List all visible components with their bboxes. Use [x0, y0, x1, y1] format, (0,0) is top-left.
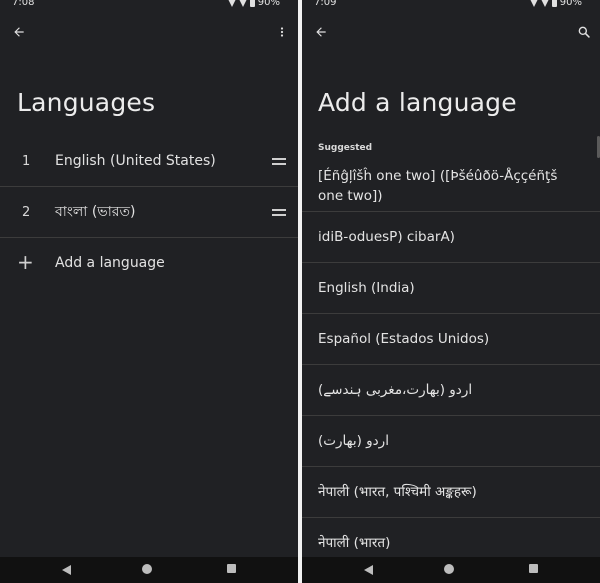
language-option[interactable]: idiB-oduesP) cibarA): [302, 212, 600, 263]
app-bar: [0, 16, 298, 48]
wifi-icon: [529, 0, 538, 7]
language-option-label: اردو (بھارت): [318, 433, 389, 449]
page-title: Languages: [17, 88, 156, 117]
language-list: 1 English (United States) 2 বাংলা (ভারত)…: [0, 136, 298, 288]
page-title: Add a language: [318, 88, 517, 117]
back-button[interactable]: [305, 16, 337, 48]
status-bar: 7:08 90%: [0, 0, 298, 12]
language-option[interactable]: Español (Estados Unidos): [302, 314, 600, 365]
suggested-language-list: [Éñĝļîšĥ one two] ([Þšéûðö-Åççéñţš one t…: [302, 162, 600, 568]
back-button[interactable]: [3, 16, 35, 48]
language-option-label: اردو (بھارت،مغربی ہندسے): [318, 382, 473, 398]
language-order: 1: [22, 153, 31, 169]
system-nav-bar: [0, 557, 298, 583]
languages-screen: 7:08 90% Languages 1 English (United Sta…: [0, 0, 298, 583]
status-icons: 90%: [529, 0, 582, 8]
nav-back-icon[interactable]: [62, 565, 71, 575]
nav-recents-icon[interactable]: [227, 564, 236, 573]
battery-percent: 90%: [559, 0, 582, 8]
language-order: 2: [22, 204, 31, 220]
language-row[interactable]: 2 বাংলা (ভারত): [0, 187, 298, 238]
status-icons: 90%: [227, 0, 280, 8]
nav-home-icon[interactable]: [444, 564, 454, 574]
arrow-back-icon: [14, 27, 24, 37]
language-option[interactable]: اردو (بھارت): [302, 416, 600, 467]
search-icon: [578, 26, 590, 38]
language-option[interactable]: English (India): [302, 263, 600, 314]
status-time: 7:08: [12, 0, 35, 8]
add-language-button[interactable]: + Add a language: [0, 238, 298, 288]
arrow-back-icon: [316, 27, 326, 37]
app-bar: [302, 16, 600, 48]
add-language-screen: 7:09 90% Add a language Suggested [Éñĝļî…: [302, 0, 600, 583]
signal-icon: [540, 0, 549, 7]
plus-icon: +: [17, 250, 34, 274]
language-option-label: idiB-oduesP) cibarA): [318, 229, 455, 245]
language-option[interactable]: नेपाली (भारत, पश्चिमी अङ्कहरू): [302, 467, 600, 518]
language-option-label: नेपाली (भारत): [318, 535, 391, 551]
wifi-icon: [227, 0, 236, 7]
language-option[interactable]: اردو (بھارت،مغربی ہندسے): [302, 365, 600, 416]
language-option-label: नेपाली (भारत, पश्चिमी अङ्कहरू): [318, 484, 477, 500]
nav-back-icon[interactable]: [364, 565, 373, 575]
battery-icon: [249, 0, 255, 7]
status-time: 7:09: [314, 0, 337, 8]
language-label: বাংলা (ভারত): [55, 204, 136, 220]
language-option-label: English (India): [318, 280, 415, 296]
language-option[interactable]: [Éñĝļîšĥ one two] ([Þšéûðö-Åççéñţš one t…: [302, 162, 600, 212]
signal-icon: [238, 0, 247, 7]
language-option-label: [Éñĝļîšĥ one two] ([Þšéûðö-Åççéñţš one t…: [318, 168, 558, 204]
language-row[interactable]: 1 English (United States): [0, 136, 298, 187]
section-header-suggested: Suggested: [318, 143, 373, 153]
language-label: English (United States): [55, 153, 216, 169]
status-bar: 7:09 90%: [302, 0, 600, 12]
system-nav-bar: [302, 557, 600, 583]
drag-handle-icon[interactable]: [272, 155, 286, 168]
nav-home-icon[interactable]: [142, 564, 152, 574]
battery-percent: 90%: [257, 0, 280, 8]
more-vert-icon: [280, 27, 284, 37]
add-language-label: Add a language: [55, 255, 165, 271]
battery-icon: [551, 0, 557, 7]
nav-recents-icon[interactable]: [529, 564, 538, 573]
language-option-label: Español (Estados Unidos): [318, 331, 490, 347]
overflow-menu-button[interactable]: [266, 16, 298, 48]
search-button[interactable]: [568, 16, 600, 48]
drag-handle-icon[interactable]: [272, 206, 286, 219]
